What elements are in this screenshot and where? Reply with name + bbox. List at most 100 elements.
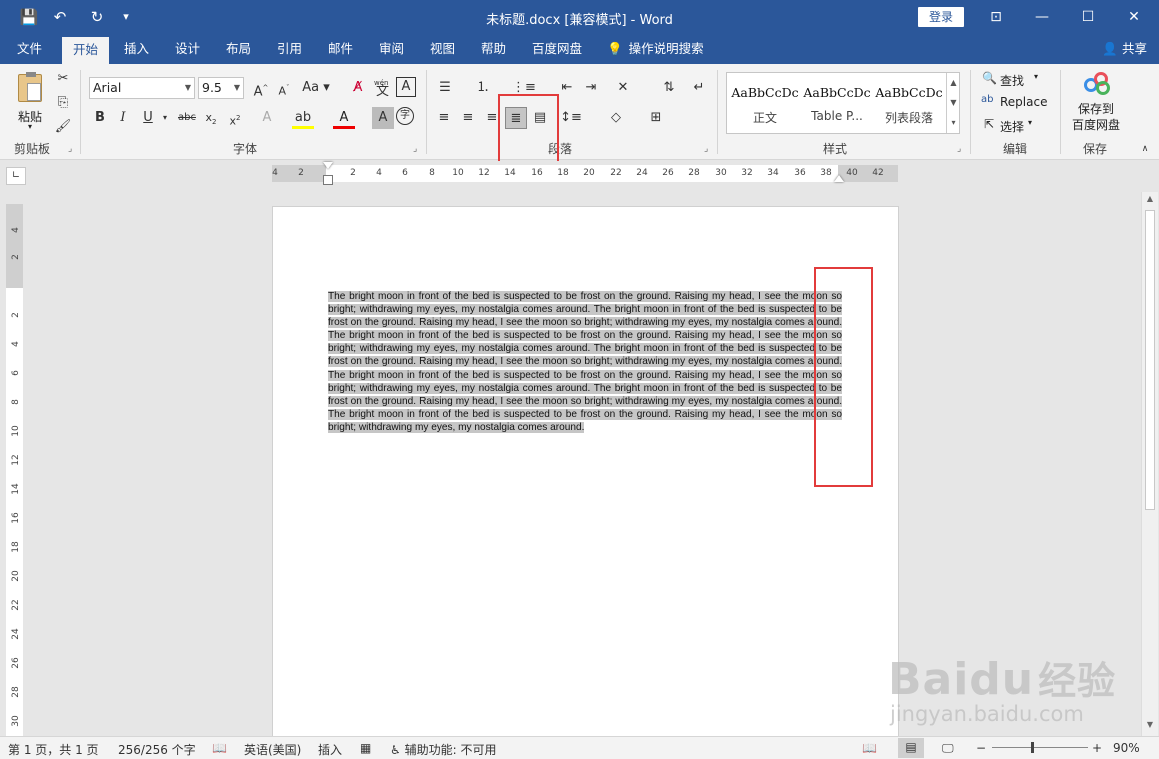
tab-review[interactable]: 审阅 (368, 34, 415, 64)
italic-icon[interactable]: I (112, 107, 134, 129)
accessibility-indicator[interactable]: ♿ 辅助功能: 不可用 (390, 741, 496, 758)
vertical-ruler[interactable]: 4 2 2 4 6 8 10 12 14 16 18 20 22 24 26 2… (6, 204, 23, 736)
styles-scroll[interactable]: ▲ ▼ ▾ (946, 73, 960, 133)
font-size-combo[interactable]: 9.5 ▼ (198, 77, 244, 99)
increase-indent-icon[interactable]: ⇥ (580, 77, 602, 99)
chinese-layout-icon[interactable]: ✕ (612, 77, 634, 99)
vertical-scrollbar[interactable]: ▲ ▼ (1141, 192, 1158, 736)
undo-icon[interactable]: ↶ (50, 7, 70, 27)
print-layout-icon[interactable]: ▤ (898, 738, 924, 758)
select-button[interactable]: ⇱ 选择 ▾ (980, 116, 1050, 136)
save-icon[interactable]: 💾 (19, 7, 39, 27)
selected-paragraph[interactable]: The bright moon in front of the bed is s… (328, 291, 842, 433)
character-border-icon[interactable]: A (396, 77, 416, 97)
chevron-down-icon[interactable]: ▼ (947, 93, 960, 113)
shrink-font-icon[interactable]: Aˇ (273, 77, 295, 99)
replace-button[interactable]: ab Replace (980, 93, 1060, 113)
more-styles-icon[interactable]: ▾ (947, 113, 960, 133)
grow-font-icon[interactable]: A^ (250, 77, 272, 99)
zoom-slider[interactable] (992, 747, 1088, 748)
chevron-down-icon[interactable]: ▾ (154, 107, 176, 129)
redo-icon[interactable]: ↻ (87, 7, 107, 27)
tab-view[interactable]: 视图 (419, 34, 466, 64)
align-left-icon[interactable]: ≡ (433, 107, 455, 129)
enclose-characters-icon[interactable]: 字 (396, 107, 414, 125)
tab-references[interactable]: 引用 (266, 34, 313, 64)
zoom-level[interactable]: 90% (1113, 741, 1140, 755)
superscript-icon[interactable]: x2 (224, 107, 246, 129)
page-count[interactable]: 第 1 页，共 1 页 (8, 741, 99, 758)
find-button[interactable]: 🔍 查找 ▾ (980, 70, 1050, 90)
language-indicator[interactable]: 英语(美国) (244, 741, 301, 758)
scrollbar-thumb[interactable] (1145, 210, 1155, 510)
clear-formatting-icon[interactable]: A̸ (347, 77, 369, 99)
word-count[interactable]: 256/256 个字 (118, 741, 196, 758)
tab-baidu-netdisk[interactable]: 百度网盘 (521, 34, 593, 64)
dialog-launcher-icon[interactable]: ⌟ (68, 144, 72, 154)
scroll-down-icon[interactable]: ▼ (1142, 720, 1158, 734)
line-spacing-icon[interactable]: ↕≡ (560, 107, 582, 129)
customize-quick-access-icon[interactable]: ▾ (116, 7, 136, 27)
subscript-icon[interactable]: x2 (200, 107, 222, 129)
zoom-in-icon[interactable]: + (1092, 741, 1102, 755)
document-body[interactable]: The bright moon in front of the bed is s… (328, 290, 842, 434)
document-page[interactable]: The bright moon in front of the bed is s… (272, 206, 899, 746)
format-painter-icon[interactable]: 🖌 (52, 116, 74, 138)
share-button[interactable]: 👤 共享 (1102, 34, 1147, 64)
minimize-button[interactable]: — (1019, 0, 1065, 34)
proofing-icon[interactable]: 📖 (212, 741, 227, 755)
macro-record-icon[interactable]: ▦ (360, 741, 371, 755)
tab-file[interactable]: 文件 (6, 34, 53, 64)
numbering-icon[interactable]: ⒈ (472, 77, 494, 99)
save-to-baidu-button[interactable]: 保存到 百度网盘 (1066, 70, 1126, 136)
close-button[interactable]: ✕ (1111, 0, 1157, 34)
paste-button[interactable]: 粘贴 ▾ (10, 70, 50, 136)
web-layout-icon[interactable]: 🖵 (942, 741, 954, 756)
maximize-button[interactable]: ☐ (1065, 0, 1111, 34)
sort-icon[interactable]: ⇅ (658, 77, 680, 99)
left-indent-marker[interactable] (323, 175, 333, 185)
change-case-icon[interactable]: Aa ▾ (300, 77, 332, 99)
read-mode-icon[interactable]: 📖 (862, 741, 877, 755)
highlight-color-icon[interactable]: ab (292, 107, 314, 129)
tab-home[interactable]: 开始 (62, 37, 110, 64)
tell-me-search[interactable]: 💡 操作说明搜索 (596, 34, 715, 64)
dialog-launcher-icon[interactable]: ⌟ (957, 144, 961, 154)
tab-mailings[interactable]: 邮件 (317, 34, 364, 64)
login-button[interactable]: 登录 (918, 7, 964, 27)
horizontal-ruler[interactable]: 4 2 2 4 6 8 10 12 14 16 18 20 22 24 26 2… (272, 162, 898, 185)
style-table-paragraph[interactable]: AaBbCcDc Table P... (801, 73, 873, 133)
right-indent-marker[interactable] (834, 175, 844, 182)
font-name-combo[interactable]: Arial ▼ (89, 77, 195, 99)
character-shading-icon[interactable]: A (372, 107, 394, 129)
bullets-icon[interactable]: ☰ (434, 77, 456, 99)
zoom-out-icon[interactable]: − (976, 741, 986, 755)
bold-icon[interactable]: B (89, 107, 111, 129)
scroll-up-icon[interactable]: ▲ (1142, 194, 1158, 208)
chevron-up-icon[interactable]: ▲ (947, 73, 960, 93)
tab-layout[interactable]: 布局 (215, 34, 262, 64)
insert-mode-indicator[interactable]: 插入 (318, 741, 342, 758)
borders-icon[interactable]: ⊞ (645, 107, 667, 129)
tab-selector[interactable]: ∟ (6, 167, 26, 185)
first-line-indent-marker[interactable] (323, 162, 333, 169)
dialog-launcher-icon[interactable]: ⌟ (413, 144, 417, 154)
dialog-launcher-icon[interactable]: ⌟ (704, 144, 708, 154)
ribbon-display-options-button[interactable]: ⊡ (973, 0, 1019, 34)
font-color-icon[interactable]: A (333, 107, 355, 129)
cut-icon[interactable]: ✂ (52, 68, 74, 90)
align-center-icon[interactable]: ≡ (457, 107, 479, 129)
text-effects-icon[interactable]: A (256, 107, 278, 129)
phonetic-guide-icon[interactable]: wén 文 (372, 77, 394, 99)
shading-icon[interactable]: ◇ (605, 107, 627, 129)
collapse-ribbon-icon[interactable]: ∧ (1134, 138, 1156, 160)
tab-insert[interactable]: 插入 (113, 34, 160, 64)
style-list-paragraph[interactable]: AaBbCcDc 列表段落 (873, 73, 945, 133)
tab-design[interactable]: 设计 (164, 34, 211, 64)
decrease-indent-icon[interactable]: ⇤ (556, 77, 578, 99)
style-normal[interactable]: AaBbCcDc 正文 (729, 73, 801, 133)
tab-help[interactable]: 帮助 (470, 34, 517, 64)
copy-icon[interactable]: ⎘ (52, 92, 74, 114)
show-formatting-marks-icon[interactable]: ↵ (688, 77, 710, 99)
zoom-slider-thumb[interactable] (1031, 742, 1034, 753)
